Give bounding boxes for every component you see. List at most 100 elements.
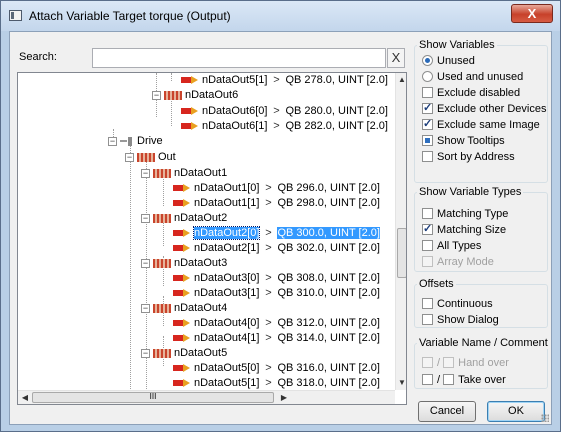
tree-row-arrow: > bbox=[265, 317, 272, 329]
device-icon bbox=[120, 136, 134, 146]
output-variable-icon bbox=[173, 199, 191, 208]
show-dialog-checkbox[interactable]: Show Dialog bbox=[422, 313, 499, 327]
variable-group-icon bbox=[153, 168, 171, 178]
output-variable-icon bbox=[181, 107, 199, 116]
collapse-toggle-icon[interactable]: − bbox=[108, 136, 117, 146]
unused-radio[interactable]: Unused bbox=[422, 54, 475, 68]
horizontal-scroll-thumb[interactable]: III bbox=[32, 392, 274, 403]
array-mode-checkbox: Array Mode bbox=[422, 255, 494, 269]
checkbox-icon bbox=[422, 240, 433, 251]
variable-name-comment-group: Variable Name / Comment / Hand over / Ta… bbox=[414, 337, 550, 389]
matching-type-checkbox[interactable]: Matching Type bbox=[422, 207, 508, 221]
collapse-toggle-icon[interactable]: − bbox=[141, 258, 150, 268]
variable-tree[interactable]: nDataOut5[1] > QB 278.0, UINT [2.0] − nData… bbox=[17, 72, 407, 405]
collapse-toggle-icon[interactable]: − bbox=[141, 168, 150, 178]
collapse-toggle-icon[interactable]: − bbox=[152, 90, 161, 100]
tree-row-name: nDataOut3[0] bbox=[194, 272, 260, 284]
tree-row-arrow: > bbox=[265, 182, 272, 194]
output-variable-icon bbox=[173, 334, 191, 343]
checkbox-icon bbox=[422, 314, 433, 325]
checkbox-icon bbox=[422, 208, 433, 219]
tree-row[interactable]: − Drive bbox=[108, 135, 163, 148]
tree-row-name: nDataOut2[0] bbox=[192, 226, 261, 240]
tree-row-address: QB 280.0, UINT [2.0] bbox=[285, 105, 388, 117]
hand-over-checkboxes[interactable]: / Hand over bbox=[422, 356, 509, 370]
cancel-button[interactable]: Cancel bbox=[418, 401, 476, 422]
tree-row-name: nDataOut4[1] bbox=[194, 332, 260, 344]
resize-grip-icon[interactable] bbox=[541, 414, 549, 422]
tree-row-name: nDataOut5[0] bbox=[194, 362, 260, 374]
tree-row-arrow: > bbox=[265, 377, 272, 389]
tree-row[interactable]: nDataOut2[1] > QB 302.0, UINT [2.0] bbox=[173, 242, 380, 255]
tree-row[interactable]: nDataOut4[0] > QB 312.0, UINT [2.0] bbox=[173, 317, 380, 330]
output-variable-icon bbox=[173, 289, 191, 298]
tree-row-address: QB 300.0, UINT [2.0] bbox=[277, 227, 380, 239]
tree-row-name: nDataOut5[1] bbox=[194, 377, 260, 389]
search-input[interactable] bbox=[92, 48, 386, 68]
tree-row-address: QB 302.0, UINT [2.0] bbox=[277, 242, 380, 254]
tree-row-selected[interactable]: nDataOut2[0] > QB 300.0, UINT [2.0] bbox=[173, 226, 380, 240]
tree-row-arrow: > bbox=[265, 242, 272, 254]
tree-row-address: QB 282.0, UINT [2.0] bbox=[285, 120, 388, 132]
tree-row-arrow: > bbox=[273, 120, 280, 132]
checkbox-checked-icon bbox=[422, 117, 433, 131]
tree-row[interactable]: nDataOut6[0] > QB 280.0, UINT [2.0] bbox=[181, 105, 388, 118]
tree-row[interactable]: − nDataOut2 bbox=[141, 212, 227, 225]
output-variable-icon bbox=[173, 244, 191, 253]
output-variable-icon bbox=[173, 319, 191, 328]
tree-row-name: nDataOut3 bbox=[174, 257, 228, 269]
sort-by-address-checkbox[interactable]: Sort by Address bbox=[422, 150, 515, 164]
clear-search-button[interactable]: X bbox=[387, 48, 405, 68]
tree-row[interactable]: nDataOut5[0] > QB 316.0, UINT [2.0] bbox=[173, 362, 380, 375]
take-over-checkboxes[interactable]: / Take over bbox=[422, 373, 506, 387]
tree-row[interactable]: nDataOut3[0] > QB 308.0, UINT [2.0] bbox=[173, 272, 380, 285]
collapse-toggle-icon[interactable]: − bbox=[141, 348, 150, 358]
exclude-disabled-checkbox[interactable]: Exclude disabled bbox=[422, 86, 520, 100]
tree-row[interactable]: nDataOut5[1] > QB 278.0, UINT [2.0] bbox=[181, 74, 388, 87]
checkbox-icon bbox=[422, 374, 433, 385]
tree-row[interactable]: nDataOut4[1] > QB 314.0, UINT [2.0] bbox=[173, 332, 380, 345]
used-and-unused-radio[interactable]: Used and unused bbox=[422, 70, 523, 84]
tree-row-name: nDataOut3[1] bbox=[194, 287, 260, 299]
radio-icon bbox=[422, 71, 433, 82]
tree-row[interactable]: − nDataOut5 bbox=[141, 347, 227, 360]
tree-row[interactable]: nDataOut3[1] > QB 310.0, UINT [2.0] bbox=[173, 287, 380, 300]
ok-button[interactable]: OK bbox=[487, 401, 545, 422]
radio-selected-icon bbox=[422, 55, 433, 66]
collapse-toggle-icon[interactable]: − bbox=[125, 152, 134, 162]
scroll-right-arrow-icon[interactable]: ▶ bbox=[277, 391, 291, 404]
matching-size-checkbox[interactable]: Matching Size bbox=[422, 222, 506, 237]
tree-row[interactable]: − Out bbox=[125, 151, 176, 164]
tree-row-name: nDataOut1[1] bbox=[194, 197, 260, 209]
output-variable-icon bbox=[173, 229, 191, 238]
title-bar[interactable]: Attach Variable Target torque (Output) X bbox=[1, 1, 560, 31]
exclude-same-image-checkbox[interactable]: Exclude same Image bbox=[422, 117, 540, 132]
scroll-down-arrow-icon[interactable]: ▼ bbox=[396, 376, 406, 390]
tree-row[interactable]: − nDataOut3 bbox=[141, 257, 227, 270]
tree-row[interactable]: nDataOut1[0] > QB 296.0, UINT [2.0] bbox=[173, 182, 380, 195]
tree-row-address: QB 298.0, UINT [2.0] bbox=[277, 197, 380, 209]
scroll-up-arrow-icon[interactable]: ▲ bbox=[396, 73, 406, 87]
tree-row-name: Drive bbox=[137, 135, 163, 147]
collapse-toggle-icon[interactable]: − bbox=[141, 303, 150, 313]
show-tooltips-checkbox[interactable]: Show Tooltips bbox=[422, 134, 505, 148]
tree-row[interactable]: nDataOut6[1] > QB 282.0, UINT [2.0] bbox=[181, 120, 388, 133]
tree-row-arrow: > bbox=[265, 287, 272, 299]
tree-row[interactable]: nDataOut1[1] > QB 298.0, UINT [2.0] bbox=[173, 197, 380, 210]
close-button[interactable]: X bbox=[511, 4, 553, 23]
tree-horizontal-scrollbar[interactable]: ◀ III ▶ bbox=[18, 390, 395, 404]
continuous-checkbox[interactable]: Continuous bbox=[422, 297, 493, 311]
tree-row-arrow: > bbox=[265, 197, 272, 209]
scroll-left-arrow-icon[interactable]: ◀ bbox=[18, 391, 32, 404]
vertical-scroll-thumb[interactable] bbox=[397, 228, 406, 278]
exclude-other-devices-checkbox[interactable]: Exclude other Devices bbox=[422, 101, 546, 116]
all-types-checkbox[interactable]: All Types bbox=[422, 239, 481, 253]
variable-group-icon bbox=[164, 90, 182, 100]
tree-row[interactable]: − nDataOut6 bbox=[152, 89, 238, 102]
collapse-toggle-icon[interactable]: − bbox=[141, 213, 150, 223]
tree-row[interactable]: − nDataOut4 bbox=[141, 302, 227, 315]
tree-row-address: QB 308.0, UINT [2.0] bbox=[277, 272, 380, 284]
tree-row[interactable]: − nDataOut1 bbox=[141, 167, 227, 180]
variable-group-icon bbox=[153, 303, 171, 313]
tree-vertical-scrollbar[interactable]: ▲ ▼ bbox=[395, 73, 406, 390]
